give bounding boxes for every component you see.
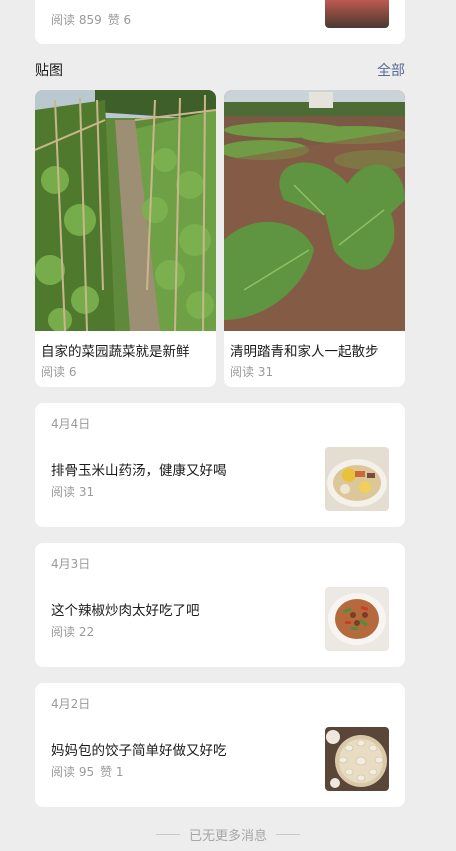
view-all-link[interactable]: 全部 (377, 60, 405, 80)
previous-article-card[interactable]: 阅读 859 赞 6 (35, 0, 405, 44)
article-title: 妈妈包的饺子简单好做又好吃 (51, 743, 227, 759)
article-date: 4月4日 (51, 417, 91, 431)
page: 阅读 859 赞 6 贴图 全部 自家的菜园蔬菜就是新鲜 阅读 6 清明踏青和家… (0, 0, 456, 851)
article-title: 这个辣椒炒肉太好吃了吧 (51, 603, 200, 619)
vegetable-garden-photo (35, 90, 216, 331)
read-count: 阅读 6 (41, 365, 77, 379)
photo-section-header: 贴图 全部 (35, 60, 405, 80)
photo-post-card[interactable]: 清明踏青和家人一起散步 阅读 31 (224, 90, 405, 387)
read-count: 阅读 95 (51, 765, 95, 779)
read-count: 阅读 31 (51, 485, 95, 499)
end-of-list-footer: 已无更多消息 (0, 824, 456, 844)
like-count: 赞 6 (107, 13, 132, 27)
section-title: 贴图 (35, 63, 63, 79)
article-stats: 阅读 95 赞 1 (51, 763, 124, 780)
article-card[interactable]: 4月4日 排骨玉米山药汤，健康又好喝 阅读 31 (35, 403, 405, 527)
dumplings-photo (325, 727, 389, 791)
article-stats: 阅读 859 赞 6 (51, 11, 131, 28)
soup-photo (325, 447, 389, 511)
read-count: 阅读 859 (51, 13, 102, 27)
article-stats: 阅读 31 (51, 483, 94, 500)
article-title: 排骨玉米山药汤，健康又好喝 (51, 463, 227, 479)
article-thumbnail (325, 0, 389, 28)
tobacco-field-photo (224, 90, 405, 331)
article-card[interactable]: 4月3日 这个辣椒炒肉太好吃了吧 阅读 22 (35, 543, 405, 667)
footer-divider-right (276, 834, 300, 835)
article-stats: 阅读 22 (51, 623, 94, 640)
read-count: 阅读 31 (230, 365, 274, 379)
no-more-messages-text: 已无更多消息 (188, 829, 267, 844)
read-count: 阅读 22 (51, 625, 95, 639)
article-card[interactable]: 4月2日 妈妈包的饺子简单好做又好吃 阅读 95 赞 1 (35, 683, 405, 807)
photo-post-title: 清明踏青和家人一起散步 (230, 344, 379, 360)
footer-divider-left (155, 834, 180, 835)
stir-fry-photo (325, 587, 389, 651)
article-date: 4月3日 (51, 557, 91, 571)
photo-post-card[interactable]: 自家的菜园蔬菜就是新鲜 阅读 6 (35, 90, 216, 387)
photo-post-title: 自家的菜园蔬菜就是新鲜 (41, 344, 190, 360)
article-date: 4月2日 (51, 697, 91, 711)
like-count: 赞 1 (100, 765, 124, 779)
